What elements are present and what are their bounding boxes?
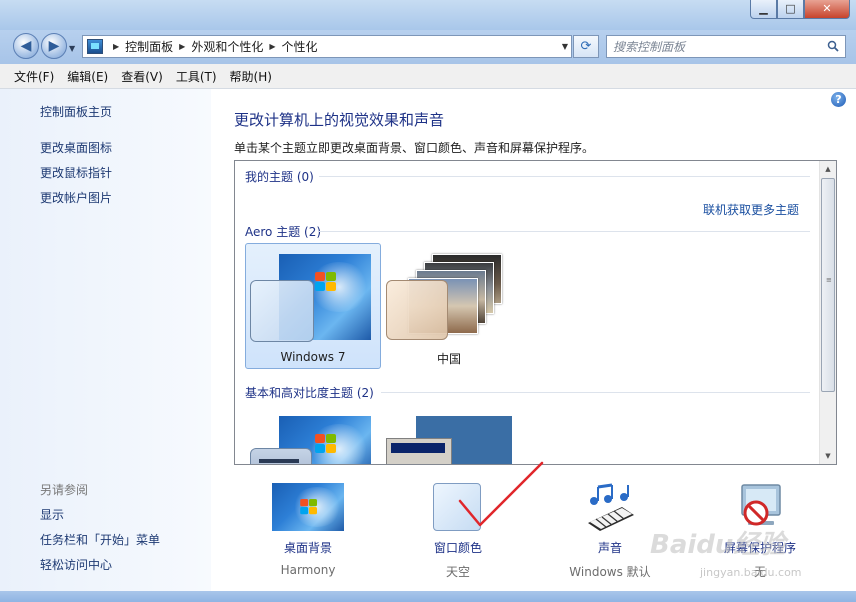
- breadcrumb: ▶ 控制面板 ▶ 外观和个性化 ▶ 个性化: [107, 36, 318, 57]
- recent-pages-dropdown[interactable]: ▼: [69, 44, 75, 53]
- gallery-scrollbar[interactable]: ▲ ≡ ▼: [819, 161, 836, 464]
- breadcrumb-item-control-panel[interactable]: 控制面板: [125, 38, 173, 55]
- theme-gallery: 我的主题 (0) 联机获取更多主题 Aero 主题 (2) Windows 7: [234, 160, 837, 465]
- page-description: 单击某个主题立即更改桌面背景、窗口颜色、声音和屏幕保护程序。: [234, 141, 595, 155]
- chevron-down-icon[interactable]: ▼: [562, 42, 568, 51]
- baidu-watermark: Baidu经验: [650, 530, 786, 560]
- sidebar-link-taskbar[interactable]: 任务栏和「开始」菜单: [40, 531, 160, 548]
- back-button[interactable]: ◀: [13, 33, 39, 59]
- page-title: 更改计算机上的视觉效果和声音: [234, 111, 445, 129]
- window-color-swatch: [250, 448, 312, 464]
- theme-tile-china[interactable]: 中国: [381, 243, 517, 369]
- search-input[interactable]: [613, 38, 813, 55]
- breadcrumb-item-appearance[interactable]: 外观和个性化: [191, 38, 263, 55]
- windows-logo-icon: [315, 272, 337, 292]
- windows-logo-icon: [315, 434, 337, 454]
- close-button[interactable]: ✕: [804, 0, 850, 19]
- basic-themes-heading: 基本和高对比度主题 (2): [245, 386, 374, 400]
- setting-value: Harmony: [280, 563, 336, 577]
- address-bar[interactable]: ▶ 控制面板 ▶ 外观和个性化 ▶ 个性化 ▼: [82, 35, 572, 58]
- baidu-watermark-url: jingyan.baidu.com: [700, 566, 802, 579]
- window-color-swatch: [386, 280, 448, 340]
- forward-button[interactable]: ▶: [41, 33, 67, 59]
- divider: [381, 392, 810, 393]
- menu-help[interactable]: 帮助(H): [230, 68, 272, 85]
- divider: [319, 231, 810, 232]
- setting-label[interactable]: 桌面背景: [233, 539, 383, 556]
- theme-tile-windows-classic[interactable]: [381, 405, 517, 464]
- menu-edit[interactable]: 编辑(E): [67, 68, 108, 85]
- control-panel-icon: [87, 39, 103, 54]
- scroll-up-icon[interactable]: ▲: [820, 161, 836, 177]
- sidebar-link-ease-of-access[interactable]: 轻松访问中心: [40, 556, 112, 573]
- menu-bar: 文件(F) 编辑(E) 查看(V) 工具(T) 帮助(H): [0, 64, 856, 89]
- window-color-swatch: [250, 280, 314, 342]
- theme-name: 中国: [436, 352, 461, 366]
- navigation-bar: ◀ ▶ ▼ ▶ 控制面板 ▶ 外观和个性化 ▶ 个性化 ▼ ⟳: [0, 30, 856, 64]
- search-icon[interactable]: [827, 40, 839, 52]
- get-more-themes-link[interactable]: 联机获取更多主题: [703, 201, 799, 218]
- window-bottom-border: [0, 591, 856, 602]
- breadcrumb-separator-icon[interactable]: ▶: [269, 42, 275, 51]
- scroll-down-icon[interactable]: ▼: [820, 448, 836, 464]
- scrollbar-thumb[interactable]: ≡: [821, 178, 835, 392]
- help-icon[interactable]: ?: [831, 92, 846, 107]
- setting-desktop-background[interactable]: 桌面背景 Harmony: [233, 483, 383, 577]
- my-themes-heading: 我的主题 (0): [245, 170, 314, 184]
- aero-themes-heading: Aero 主题 (2): [245, 225, 322, 239]
- desktop-background-icon: [272, 483, 344, 533]
- red-checkmark-annotation: [458, 461, 544, 527]
- window-color-swatch: [386, 438, 452, 464]
- sidebar: 控制面板主页 更改桌面图标 更改鼠标指针 更改帐户图片 另请参阅 显示 任务栏和…: [0, 89, 211, 591]
- maximize-button[interactable]: □: [777, 0, 804, 19]
- sidebar-link-mouse-pointers[interactable]: 更改鼠标指针: [40, 164, 112, 181]
- breadcrumb-separator-icon[interactable]: ▶: [179, 42, 185, 51]
- title-bar: ▁ □ ✕: [0, 0, 856, 30]
- sidebar-link-control-panel-home[interactable]: 控制面板主页: [40, 103, 112, 120]
- refresh-button[interactable]: ⟳: [573, 35, 599, 58]
- menu-file[interactable]: 文件(F): [14, 68, 54, 85]
- menu-tools[interactable]: 工具(T): [176, 68, 217, 85]
- minimize-button[interactable]: ▁: [750, 0, 777, 19]
- breadcrumb-item-personalization[interactable]: 个性化: [282, 38, 318, 55]
- see-also-heading: 另请参阅: [40, 483, 89, 497]
- sidebar-link-desktop-icons[interactable]: 更改桌面图标: [40, 139, 112, 156]
- theme-tile-windows7[interactable]: Windows 7: [245, 243, 381, 369]
- setting-value: Windows 默认: [569, 565, 651, 579]
- search-box[interactable]: [606, 35, 846, 58]
- sidebar-link-account-picture[interactable]: 更改帐户图片: [40, 189, 112, 206]
- sidebar-link-display[interactable]: 显示: [40, 506, 64, 523]
- breadcrumb-separator-icon: ▶: [113, 42, 120, 51]
- menu-view[interactable]: 查看(V): [121, 68, 163, 85]
- theme-tile-windows7-basic[interactable]: [245, 405, 381, 464]
- window-controls: ▁ □ ✕: [750, 0, 850, 19]
- setting-value: 天空: [445, 565, 470, 579]
- divider: [319, 176, 810, 177]
- theme-name: Windows 7: [280, 350, 346, 364]
- sounds-icon: [582, 483, 638, 533]
- setting-label[interactable]: 窗口颜色: [383, 539, 533, 556]
